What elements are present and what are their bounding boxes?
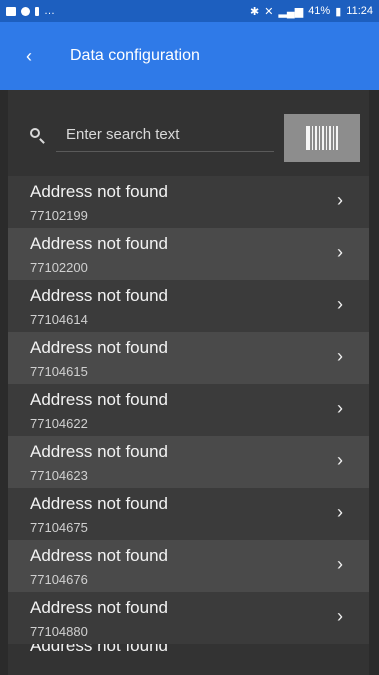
list-item[interactable]: Address not found 77104676 ›: [8, 540, 369, 592]
list-item[interactable]: Address not found 77104623 ›: [8, 436, 369, 488]
chevron-right-icon: ›: [337, 554, 343, 574]
bluetooth-icon: ✱: [250, 5, 260, 18]
list-item-id: 77104676: [30, 572, 88, 587]
list-item-id: 77102199: [30, 208, 88, 223]
list-item-id: 77102200: [30, 260, 88, 275]
search-row: [8, 90, 369, 176]
list-item-id: 77104623: [30, 468, 88, 483]
list-item[interactable]: Address not found 77104615 ›: [8, 332, 369, 384]
chevron-right-icon: ›: [337, 242, 343, 262]
list-item-id: 77104614: [30, 312, 88, 327]
status-right-icons: ✱ ✕ ▂▄▆ 41% ▮ 11:24: [250, 5, 373, 18]
list-item[interactable]: Address not found 77104614 ›: [8, 280, 369, 332]
list-item-title: Address not found: [30, 644, 168, 655]
list-item-title: Address not found: [30, 182, 168, 201]
list-item[interactable]: Address not found 77104880 ›: [8, 592, 369, 644]
more-notifications-icon: …: [44, 5, 55, 17]
chevron-right-icon: ›: [337, 502, 343, 522]
list-item-title: Address not found: [30, 390, 168, 409]
chevron-right-icon: ›: [337, 606, 343, 626]
list-item-title: Address not found: [30, 494, 168, 513]
list-item[interactable]: Address not found 77104622 ›: [8, 384, 369, 436]
address-list: Address not found 77102199 › Address not…: [8, 176, 369, 644]
list-item-id: 77104622: [30, 416, 88, 431]
list-item-title: Address not found: [30, 338, 168, 357]
list-item-title: Address not found: [30, 234, 168, 253]
back-button[interactable]: ‹: [0, 22, 58, 90]
list-item[interactable]: Address not found 77102200 ›: [8, 228, 369, 280]
chevron-left-icon: ‹: [26, 45, 32, 66]
clock: 11:24: [346, 5, 373, 17]
battery-percent: 41%: [308, 5, 331, 17]
status-left-icons: …: [6, 5, 55, 17]
list-item[interactable]: Address not found 77102199 ›: [8, 176, 369, 228]
search-input[interactable]: [56, 118, 274, 152]
notification-icon: [35, 6, 39, 16]
mute-icon: ✕: [264, 5, 274, 18]
gallery-icon: [6, 6, 16, 16]
chevron-right-icon: ›: [337, 398, 343, 418]
list-item-title: Address not found: [30, 598, 168, 617]
chevron-right-icon: ›: [337, 346, 343, 366]
chevron-right-icon: ›: [337, 294, 343, 314]
status-bar: … ✱ ✕ ▂▄▆ 41% ▮ 11:24: [0, 0, 379, 22]
page-title: Data configuration: [70, 47, 200, 64]
signal-icon: ▂▄▆: [278, 5, 304, 18]
app-bar: ‹ Data configuration: [0, 22, 379, 90]
list-item-title: Address not found: [30, 546, 168, 565]
list-item-id: 77104615: [30, 364, 88, 379]
list-item-id: 77104675: [30, 520, 88, 535]
scan-barcode-button[interactable]: [284, 114, 360, 162]
list-item-partial[interactable]: Address not found: [8, 644, 369, 664]
search-icon: [30, 128, 40, 138]
chevron-right-icon: ›: [337, 190, 343, 210]
list-item-title: Address not found: [30, 442, 168, 461]
chevron-right-icon: ›: [337, 450, 343, 470]
sync-icon: [21, 6, 30, 16]
list-item-title: Address not found: [30, 286, 168, 305]
battery-icon: ▮: [335, 5, 342, 18]
list-item-id: 77104880: [30, 624, 88, 639]
barcode-icon: [306, 126, 338, 150]
list-item[interactable]: Address not found 77104675 ›: [8, 488, 369, 540]
content-area: Address not found 77102199 › Address not…: [8, 90, 369, 675]
